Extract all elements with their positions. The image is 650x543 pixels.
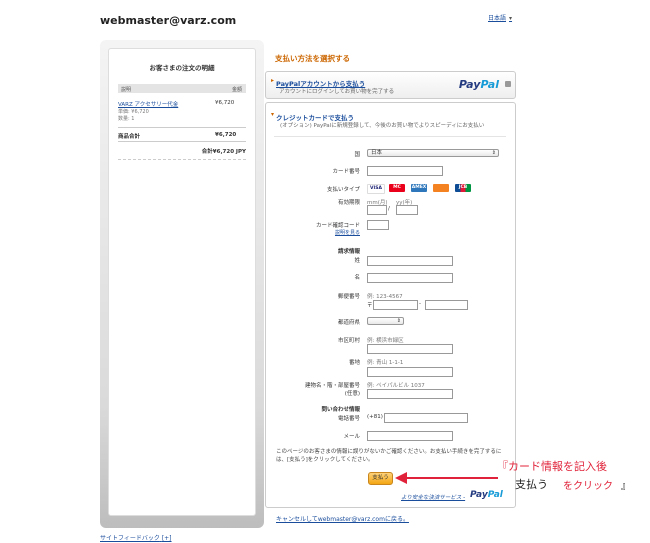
prefecture-select[interactable]: ⇕ <box>367 317 404 325</box>
payment-type-label: 支払いタイプ <box>326 187 360 193</box>
cancel-return-link[interactable]: キャンセルしてwebmaster@varz.comに戻る。 <box>276 514 409 523</box>
mastercard-icon[interactable]: MC <box>389 184 405 192</box>
expiry-label: 有効期限 <box>337 200 360 206</box>
paypal-option-box[interactable]: ▸ PayPalアカウントから支払う アカウントにログインしてお買い物を完了する… <box>265 71 516 99</box>
cvv-help-link[interactable]: 説明を見る <box>320 229 360 236</box>
paypal-logo-pal: Pal <box>480 78 499 91</box>
street-input[interactable] <box>367 367 453 377</box>
pay-button[interactable]: 支払う <box>368 472 393 485</box>
divider <box>118 127 246 128</box>
building-input[interactable] <box>367 389 453 399</box>
item-name-link[interactable]: VARZ アクセサリー代金 <box>118 100 178 108</box>
lock-icon <box>505 81 511 87</box>
annotation-close-bracket: 』 <box>621 481 631 492</box>
dashed-divider <box>118 159 246 160</box>
amex-icon[interactable]: AMEX <box>411 184 427 192</box>
item-amount: ¥6,720 <box>215 100 235 106</box>
subtotal-amount: ¥6,720 <box>215 132 237 138</box>
annotation-arrow-icon <box>395 472 498 484</box>
country-select[interactable]: 日本 ⇕ <box>367 149 499 157</box>
street-label: 番地 <box>348 360 360 366</box>
email-label: メール <box>343 434 360 440</box>
confirm-text: このページのお客さまの情報に誤りがないかご確認ください。お支払い手続きを完了する… <box>276 449 502 463</box>
paypal-logo: PayPal <box>459 78 499 91</box>
site-feedback-label: サイトフィードバック <box>100 535 160 542</box>
merchant-email: webmaster@varz.com <box>100 14 237 27</box>
last-name-input[interactable] <box>367 256 453 266</box>
annotation-pay-word: 支払う <box>515 478 548 491</box>
order-summary-title: お客さまの注文の明細 <box>149 64 215 72</box>
divider <box>274 136 506 137</box>
arrow-right-icon: ▸ <box>271 77 275 84</box>
annotation-line1: 『カード情報を記入後 <box>497 460 607 473</box>
expiry-separator: / <box>388 206 390 212</box>
subtotal-label: 商品合計 <box>118 134 141 140</box>
country-label: 国 <box>354 152 360 158</box>
postal-code-input-2[interactable] <box>425 300 468 310</box>
paypal-option-subtext: アカウントにログインしてお買い物を完了する <box>279 89 395 95</box>
credit-card-note: (オプション) PayPalに新規登録して、今後のお買い物でよりスピーディにお支… <box>280 123 485 129</box>
chevron-updown-icon: ⇕ <box>396 318 401 324</box>
card-number-input[interactable] <box>367 166 443 176</box>
jcb-icon[interactable]: JCB <box>455 184 471 192</box>
col-description: 説明 <box>121 86 132 93</box>
safer-payment-link[interactable]: より安全な決済サービス - <box>401 493 465 501</box>
building-hint: 例: ペイパルビル 1037 <box>367 383 425 389</box>
phone-prefix: (+81) <box>367 414 383 420</box>
chevron-updown-icon: ⇕ <box>491 150 496 156</box>
city-hint: 例: 横浜市緑区 <box>367 338 404 344</box>
city-input[interactable] <box>367 344 453 354</box>
item-unit-price: 単価: ¥6,720 <box>118 109 149 115</box>
item-quantity: 数量: 1 <box>118 116 135 122</box>
language-label: 日本語 <box>488 15 507 22</box>
first-name-input[interactable] <box>367 273 453 283</box>
order-table-header: 説明 金額 <box>118 84 246 93</box>
postal-code-hint: 例: 123-4567 <box>367 294 403 300</box>
section-title: 支払い方法を選択する <box>275 54 350 63</box>
email-input[interactable] <box>367 431 453 441</box>
phone-label: 電話番号 <box>337 416 360 422</box>
cvv-label: カード確認コード <box>315 223 360 229</box>
paypal-logo-pay: Pay <box>458 78 481 91</box>
site-feedback-link[interactable]: サイトフィードバック [+] <box>100 533 172 542</box>
feedback-suffix: [+] <box>161 535 172 542</box>
expiry-year-input[interactable] <box>396 205 418 215</box>
expiry-month-input[interactable] <box>367 205 387 215</box>
paypal-logo-pay: Pay <box>470 490 488 500</box>
postal-prefix: 〒 <box>367 303 373 309</box>
visa-icon[interactable]: VISA <box>367 184 385 194</box>
paypal-logo-pal: Pal <box>487 490 503 500</box>
credit-card-form: ▾ クレジットカードで支払う (オプション) PayPalに新規登録して、今後の… <box>265 102 516 508</box>
street-hint: 例: 青山 1-1-1 <box>367 360 404 366</box>
order-summary-panel: お客さまの注文の明細 説明 金額 VARZ アクセサリー代金 ¥6,720 単価… <box>100 40 264 528</box>
arrow-down-icon: ▾ <box>271 111 275 118</box>
language-selector[interactable]: 日本語 ▾ <box>488 13 512 22</box>
last-name-label: 姓 <box>354 258 360 264</box>
building-optional: (任意) <box>344 391 360 397</box>
country-value: 日本 <box>371 150 383 156</box>
prefecture-label: 都道府県 <box>337 320 360 326</box>
chevron-down-icon: ▾ <box>509 15 513 22</box>
cvv-input[interactable] <box>367 220 389 230</box>
contact-header: 問い合わせ情報 <box>321 407 360 413</box>
card-number-label: カード番号 <box>332 169 360 175</box>
col-amount: 金額 <box>231 86 242 93</box>
order-total: 合計¥6,720 JPY <box>201 149 246 155</box>
postal-code-label: 郵便番号 <box>337 294 360 300</box>
postal-dash: - <box>419 301 421 307</box>
paypal-logo: PayPal <box>470 490 503 500</box>
billing-header: 請求情報 <box>337 249 360 255</box>
divider <box>118 141 246 142</box>
city-label: 市区町村 <box>337 338 360 344</box>
phone-input[interactable] <box>384 413 468 423</box>
annotation-click-word: をクリック <box>563 481 613 492</box>
discover-icon[interactable] <box>433 184 449 192</box>
order-summary-card: お客さまの注文の明細 説明 金額 VARZ アクセサリー代金 ¥6,720 単価… <box>108 48 256 516</box>
building-label: 建物名・階・部屋番号 <box>304 383 360 389</box>
postal-code-input-1[interactable] <box>373 300 418 310</box>
first-name-label: 名 <box>354 275 360 281</box>
